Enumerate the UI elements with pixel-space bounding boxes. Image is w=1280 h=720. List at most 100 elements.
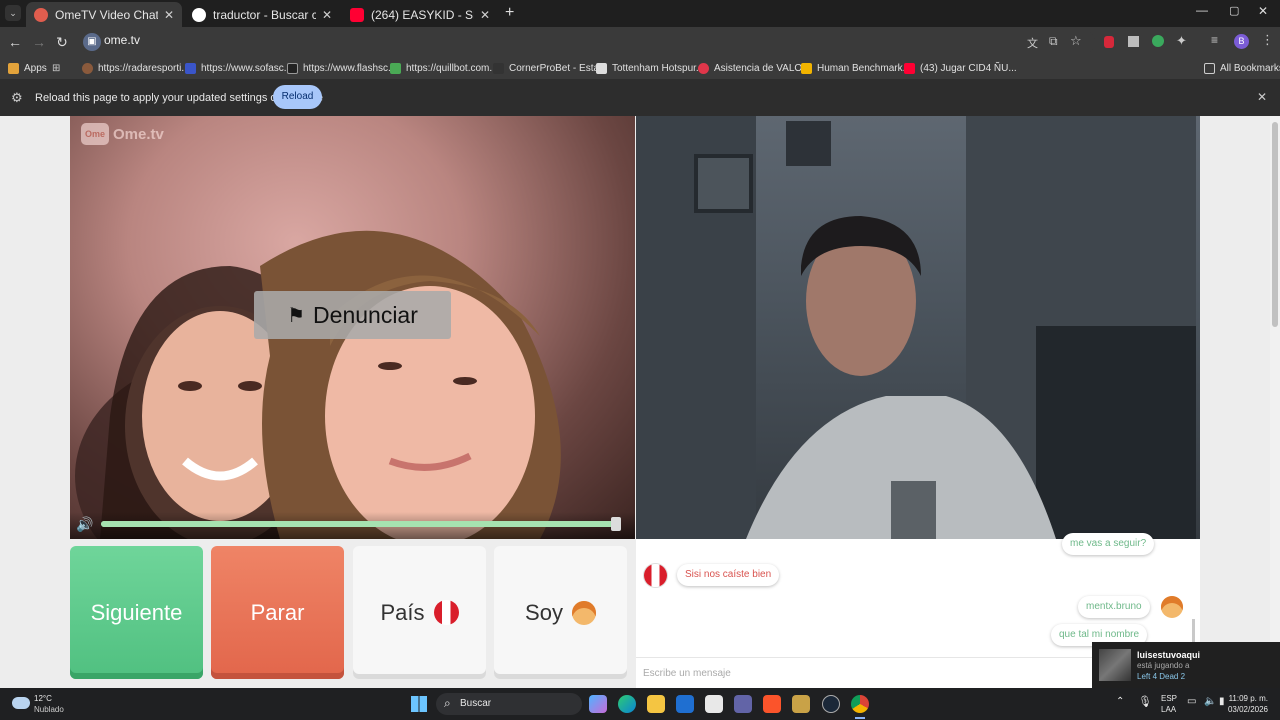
country-button[interactable]: País	[353, 546, 486, 679]
apps-grid-icon	[8, 62, 19, 74]
folder-icon	[1204, 62, 1215, 74]
media-controls-icon[interactable]: ≡	[1211, 33, 1218, 47]
bookmark-label: CornerProBet - Esta...	[509, 62, 608, 74]
bookmark-item[interactable]: https://www.sofasc...	[185, 60, 292, 76]
speaker-icon[interactable]: 🔈	[1204, 696, 1216, 707]
edge-icon[interactable]	[618, 695, 636, 713]
tab-title: traductor - Buscar con Google	[213, 7, 316, 22]
translate-icon[interactable]: 文	[1027, 35, 1038, 51]
boy-emoji-icon	[1161, 596, 1183, 618]
search-placeholder: Buscar	[460, 698, 492, 709]
search-icon: ⌕	[444, 696, 451, 710]
google-favicon-icon	[192, 7, 206, 22]
country-label: País	[380, 599, 425, 625]
tab-youtube[interactable]: (264) EASYKID - SHINY - YouTu ✕	[342, 2, 498, 27]
peru-flag-icon	[644, 564, 667, 587]
volume-icon[interactable]: 🔊	[76, 516, 96, 534]
bookmark-item[interactable]: Tottenham Hotspur...	[596, 60, 704, 76]
report-button[interactable]: ⚑ Denunciar	[254, 291, 451, 339]
copilot-icon[interactable]	[589, 695, 607, 713]
bookmark-item[interactable]: https://quillbot.com...	[390, 60, 498, 76]
bookmark-item[interactable]: CornerProBet - Esta...	[493, 60, 607, 76]
bookmark-apps[interactable]: Apps	[8, 60, 47, 76]
menu-kebab-icon[interactable]: ⋮	[1261, 32, 1274, 48]
message-placeholder: Escribe un mensaje	[643, 668, 731, 679]
notification-user: luisestuvoaqui	[1137, 650, 1201, 660]
tab-search-button[interactable]: ⌄	[5, 5, 21, 21]
page-scrollbar[interactable]	[1270, 116, 1280, 688]
flag-icon: ⚑	[287, 304, 306, 327]
forward-icon[interactable]: →	[30, 33, 48, 51]
ometv-favicon-icon	[34, 7, 48, 22]
close-icon[interactable]: ✕	[480, 8, 490, 22]
tab-title: (264) EASYKID - SHINY - YouTu	[371, 7, 474, 22]
extension-grey-icon[interactable]	[1128, 36, 1139, 47]
profile-avatar[interactable]: B	[1234, 34, 1249, 49]
control-buttons: Siguiente Parar País Soy	[70, 546, 635, 681]
weather-temp: 12°C	[34, 694, 52, 703]
bookmark-item[interactable]: Asistencia de VALO...	[698, 60, 811, 76]
tab-ometv[interactable]: OmeTV Video Chat — Ome ✕	[26, 2, 182, 27]
taskbar-search[interactable]: ⌕ Buscar	[436, 693, 582, 715]
bookmark-label: https://www.sofasc...	[201, 62, 293, 74]
clock-time[interactable]: 11:09 p. m.	[1226, 694, 1268, 703]
all-bookmarks[interactable]: All Bookmarks	[1204, 60, 1280, 76]
tab-google[interactable]: traductor - Buscar con Google ✕	[184, 2, 340, 27]
message-input[interactable]: Escribe un mensaje	[636, 657, 1106, 688]
next-label: Siguiente	[90, 599, 183, 625]
game-notification[interactable]: luisestuvoaqui está jugando a Left 4 Dea…	[1092, 642, 1280, 688]
tray-chevron-icon[interactable]: ⌃	[1116, 696, 1124, 707]
extension-red-icon[interactable]	[1104, 36, 1114, 48]
new-tab-button[interactable]: +	[505, 4, 514, 22]
teams-icon[interactable]	[734, 695, 752, 713]
language-layout: LAA	[1161, 705, 1177, 714]
close-icon[interactable]: ✕	[164, 8, 174, 22]
gender-label: Soy	[525, 599, 563, 625]
extension-green-icon[interactable]	[1152, 35, 1164, 47]
window-close-icon[interactable]: ✕	[1258, 4, 1268, 18]
store-icon[interactable]	[705, 695, 723, 713]
bookmark-label: https://radaresporti...	[98, 62, 190, 74]
bookmark-label: Human Benchmark...	[817, 62, 911, 74]
back-icon[interactable]: ←	[6, 33, 24, 51]
microphone-icon[interactable]: 🎙	[1138, 695, 1152, 708]
extensions-puzzle-icon[interactable]: ✦	[1176, 33, 1187, 49]
language-code[interactable]: ESP	[1161, 694, 1177, 703]
address-bar[interactable]: ▣	[80, 30, 1095, 54]
self-video	[636, 116, 1200, 539]
site-info-icon[interactable]: ▣	[83, 33, 101, 51]
reload-icon[interactable]: ↻	[53, 33, 71, 51]
gender-button[interactable]: Soy	[494, 546, 627, 679]
notification-status: está jugando a	[1137, 661, 1190, 670]
media-player-icon[interactable]	[792, 695, 810, 713]
clock-date: 03/02/2026	[1227, 705, 1268, 714]
bookmark-star-icon[interactable]: ☆	[1070, 33, 1082, 49]
maximize-icon[interactable]: ▢	[1229, 4, 1239, 17]
chrome-icon[interactable]	[851, 695, 869, 713]
file-explorer-icon[interactable]	[647, 695, 665, 713]
volume-slider[interactable]	[101, 517, 621, 531]
windows-start-icon[interactable]	[411, 696, 427, 712]
page-scroll-thumb[interactable]	[1272, 122, 1278, 327]
outlook-icon[interactable]	[676, 695, 694, 713]
self-video-scene	[636, 116, 1196, 539]
bookmark-item[interactable]: https://radaresporti...	[82, 60, 190, 76]
close-icon[interactable]: ✕	[322, 8, 332, 22]
brave-icon[interactable]	[763, 695, 781, 713]
next-button[interactable]: Siguiente	[70, 546, 203, 679]
favicon-icon	[390, 62, 401, 74]
battery-icon[interactable]: ▮	[1219, 696, 1225, 707]
bookmark-item[interactable]: (43) Jugar CID4 ÑU...	[904, 60, 1017, 76]
tab-groups-icon[interactable]: ⊞	[52, 60, 60, 76]
screen: ⌄ OmeTV Video Chat — Ome ✕ traductor - B…	[0, 0, 1280, 720]
volume-thumb[interactable]	[611, 517, 621, 531]
minimize-icon[interactable]: —	[1196, 3, 1208, 17]
bookmark-item[interactable]: Human Benchmark...	[801, 60, 911, 76]
reload-button[interactable]: Reload	[273, 85, 322, 109]
cast-icon[interactable]: ⧉	[1049, 34, 1058, 49]
stop-button[interactable]: Parar	[211, 546, 344, 679]
network-icon[interactable]: ▭	[1187, 696, 1196, 707]
infobar-close-icon[interactable]: ✕	[1257, 90, 1267, 104]
bookmark-item[interactable]: https://www.flashsc...	[287, 60, 396, 76]
steam-icon[interactable]	[822, 695, 840, 713]
